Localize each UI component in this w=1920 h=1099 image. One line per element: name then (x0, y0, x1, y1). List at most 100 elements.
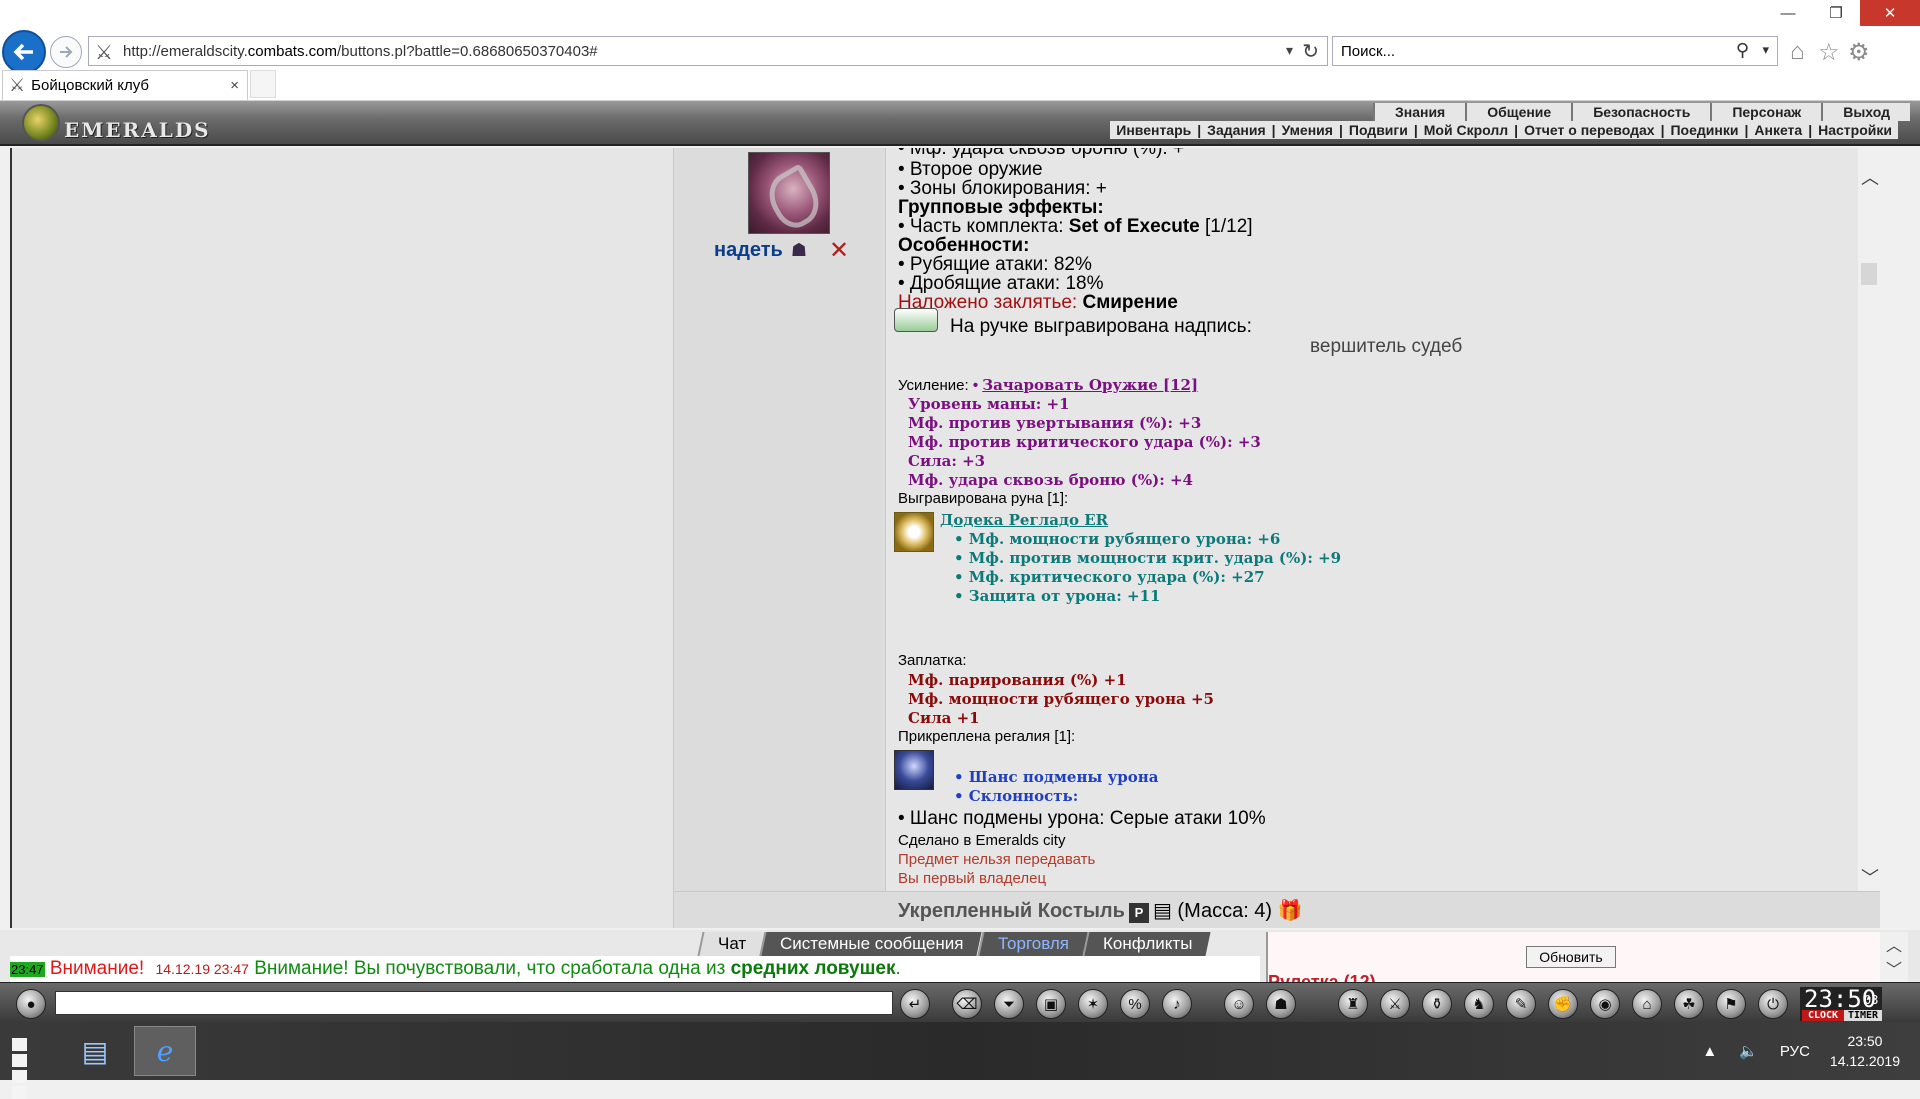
forward-button[interactable] (50, 36, 82, 68)
patch-label: Заплатка: (898, 652, 967, 669)
forward-arrow-icon (60, 46, 73, 58)
minimize-button[interactable]: — (1764, 0, 1812, 26)
paw-icon[interactable]: ☗ (791, 240, 807, 261)
smiles-icon[interactable]: ● (16, 989, 46, 1019)
item-description: • Мф. удара сквозь броню (%): + • Второе… (888, 148, 1858, 891)
scroll-down-icon[interactable]: ﹀ (1880, 956, 1908, 980)
inventory-page: надеть ☗ ✕ • Мф. удара сквозь броню (%):… (10, 148, 1880, 928)
stat-line: • Шанс подмены урона: Серые атаки 10% (898, 808, 1266, 829)
address-bar[interactable]: ⚔ http://emeraldscity.combats.com/button… (88, 36, 1328, 66)
settings-gear-icon[interactable]: ⚙ (1848, 38, 1870, 67)
tab-system-messages[interactable]: Системные сообщения (759, 932, 983, 956)
explorer-taskbar-icon[interactable]: ▤ (64, 1026, 126, 1076)
rune-link[interactable]: Додека Регладо ER (940, 511, 1108, 529)
enchant-weapon-link[interactable]: Зачаровать Оружие [12] (982, 376, 1198, 394)
doc-icon: ▤ (1152, 900, 1172, 922)
submenu-quests[interactable]: Задания (1207, 121, 1265, 139)
search-dropdown-icon[interactable]: ▾ (1762, 42, 1769, 58)
menu-exit[interactable]: Выход (1821, 103, 1910, 121)
taskbar-clock[interactable]: 23:50 14.12.2019 (1830, 1031, 1900, 1071)
tab-close-icon[interactable]: × (230, 77, 239, 94)
tab-chat[interactable]: Чат (697, 932, 765, 956)
back-button[interactable] (2, 30, 46, 74)
system-tray: ▲ 🔈 РУС 23:50 14.12.2019 (1702, 1022, 1920, 1080)
submenu-profile[interactable]: Анкета (1754, 121, 1802, 139)
timer-mode-button[interactable]: TIMER (1844, 1010, 1882, 1021)
bottle-icon[interactable]: ⚱ (1422, 989, 1452, 1019)
chat-input[interactable] (55, 991, 893, 1015)
url-text: http://emeraldscity.combats.com/buttons.… (123, 42, 598, 60)
regalia-icon (894, 750, 934, 790)
page-scrollbar[interactable]: ︿ ﹀ (1858, 148, 1880, 891)
submenu-my-scroll[interactable]: Мой Скролл (1424, 121, 1508, 139)
window-controls: — ❐ ✕ (1764, 0, 1920, 26)
panel-scrollbar[interactable]: ︿ ﹀ (1880, 932, 1908, 982)
sword-icon[interactable]: ⚔ (1380, 989, 1410, 1019)
internet-explorer-taskbar-icon[interactable]: ℯ (134, 1026, 196, 1076)
search-icon[interactable]: ⚲ (1736, 40, 1749, 61)
filter-icon[interactable]: ⏷ (994, 989, 1024, 1019)
bear-icon[interactable]: ♞ (1464, 989, 1494, 1019)
run-icon[interactable]: ✶ (1078, 989, 1108, 1019)
scroll-up-icon[interactable]: ︿ (1861, 164, 1879, 190)
delete-icon[interactable]: ✕ (829, 236, 849, 265)
first-owner-line: Вы первый владелец (898, 870, 1047, 887)
submenu-feats[interactable]: Подвиги (1349, 121, 1408, 139)
input-language[interactable]: РУС (1780, 1043, 1810, 1060)
submenu-settings[interactable]: Настройки (1818, 121, 1892, 139)
submenu-battles[interactable]: Поединки (1670, 121, 1738, 139)
new-tab-button[interactable] (250, 70, 276, 98)
monk-icon[interactable]: ♜ (1338, 989, 1368, 1019)
clear-icon[interactable]: ⌫ (952, 989, 982, 1019)
menu-character[interactable]: Персонаж (1710, 103, 1821, 121)
favorites-star-icon[interactable]: ☆ (1818, 38, 1840, 67)
submenu-skills[interactable]: Умения (1282, 121, 1333, 139)
flag-icon[interactable]: ⚑ (1716, 989, 1746, 1019)
url-dropdown-icon[interactable]: ▾ (1286, 42, 1293, 59)
chat-warning: Внимание! (49, 958, 145, 979)
scroll-up-icon[interactable]: ︿ (1880, 932, 1908, 956)
menu-knowledge[interactable]: Знания (1372, 103, 1465, 121)
rune-label: Выгравирована руна [1]: (898, 490, 1069, 507)
search-field[interactable]: Поиск... ⚲ ▾ (1332, 36, 1778, 66)
save-icon[interactable]: ▣ (1036, 989, 1066, 1019)
logo-text: EMERALDS (64, 118, 211, 142)
sound-icon[interactable]: ♪ (1162, 989, 1192, 1019)
refresh-icon[interactable]: ↻ (1302, 39, 1319, 64)
globe-icon[interactable]: ◉ (1590, 989, 1620, 1019)
tab-conflicts[interactable]: Конфликты (1082, 932, 1211, 956)
start-button[interactable] (8, 1034, 48, 1099)
item-image (748, 152, 830, 234)
group-icon[interactable]: ☘ (1674, 989, 1704, 1019)
tray-expand-icon[interactable]: ▲ (1702, 1043, 1717, 1060)
submenu-inventory[interactable]: Инвентарь (1116, 121, 1191, 139)
browser-tab[interactable]: ⚔ Бойцовский клуб × (2, 70, 248, 100)
percent-icon[interactable]: % (1120, 989, 1150, 1019)
clock-mode-button[interactable]: CLOCK (1802, 1010, 1844, 1021)
enhance-stat: Сила: +3 (908, 452, 986, 470)
mask-icon[interactable]: ☗ (1266, 989, 1296, 1019)
home-icon[interactable]: ⌂ (1790, 38, 1805, 66)
logo-orb-icon (22, 104, 60, 142)
volume-icon[interactable]: 🔈 (1739, 1042, 1758, 1060)
clock-seconds: 03 (1864, 993, 1879, 1007)
menu-security[interactable]: Безопасность (1571, 103, 1710, 121)
menu-communication[interactable]: Общение (1465, 103, 1571, 121)
scroll-down-icon[interactable]: ﹀ (1861, 864, 1879, 890)
send-icon[interactable]: ↵ (900, 989, 930, 1019)
scroll-thumb[interactable] (1861, 263, 1877, 285)
tab-trade[interactable]: Торговля (977, 932, 1088, 956)
scroll-icon[interactable]: ✎ (1506, 989, 1536, 1019)
fight-icon[interactable]: ✊ (1548, 989, 1578, 1019)
smiley-icon[interactable]: ☺ (1224, 989, 1254, 1019)
shop-icon[interactable]: ⌂ (1632, 989, 1662, 1019)
patch-stat: Сила +1 (908, 709, 980, 727)
maximize-button[interactable]: ❐ (1812, 0, 1860, 26)
submenu-transfers[interactable]: Отчет о переводах (1524, 121, 1655, 139)
equip-link[interactable]: надеть (714, 239, 783, 262)
engraving-icon (894, 308, 938, 332)
exit-icon[interactable]: ⏻ (1758, 989, 1788, 1019)
close-window-button[interactable]: ✕ (1860, 0, 1920, 26)
refresh-button[interactable]: Обновить (1526, 946, 1616, 968)
next-item-title: Укрепленный Костыль P ▤ (Масса: 4) 🎁 (898, 900, 1303, 923)
